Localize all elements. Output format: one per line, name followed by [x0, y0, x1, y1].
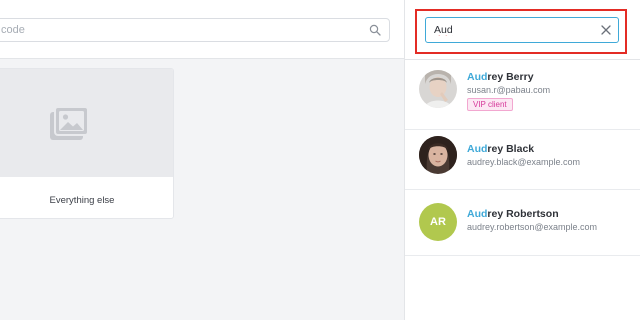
main-search-placeholder: code: [1, 24, 25, 36]
client-name: Audrey Black: [467, 143, 535, 155]
client-search-panel: Audrey Berry susan.r@pabau.com VIP clien…: [404, 0, 640, 320]
client-email: audrey.black@example.com: [467, 157, 581, 167]
client-name: Audrey Robertson: [467, 208, 559, 220]
client-search-header: [405, 0, 640, 60]
highlight-annotation: [415, 9, 627, 54]
avatar: [419, 70, 457, 108]
search-icon[interactable]: [369, 24, 381, 36]
main-search-field[interactable]: code: [0, 18, 390, 42]
client-name: Audrey Berry: [467, 71, 534, 83]
avatar: [419, 136, 457, 174]
card-image: [0, 69, 173, 177]
client-result-item[interactable]: Audrey Berry susan.r@pabau.com VIP clien…: [405, 60, 640, 130]
app-root: code Everything else Aud Audrey Berry su…: [0, 0, 640, 320]
client-result-item[interactable]: AR Audrey Robertson audrey.robertson@exa…: [405, 190, 640, 256]
client-email: audrey.robertson@example.com: [467, 222, 598, 232]
client-search-input[interactable]: [426, 18, 604, 42]
close-icon[interactable]: [600, 24, 612, 36]
avatar-initials: AR: [419, 203, 457, 241]
vip-badge: VIP client: [467, 98, 513, 111]
client-email: susan.r@pabau.com: [467, 85, 551, 95]
image-placeholder-icon: [50, 106, 89, 140]
card-label: Everything else: [49, 195, 115, 206]
client-search-field[interactable]: [425, 17, 619, 43]
category-card-everything-else[interactable]: Everything else: [0, 68, 174, 219]
client-result-item[interactable]: Audrey Black audrey.black@example.com: [405, 130, 640, 190]
main-header: code: [0, 0, 404, 59]
main-pane: code Everything else: [0, 0, 404, 320]
